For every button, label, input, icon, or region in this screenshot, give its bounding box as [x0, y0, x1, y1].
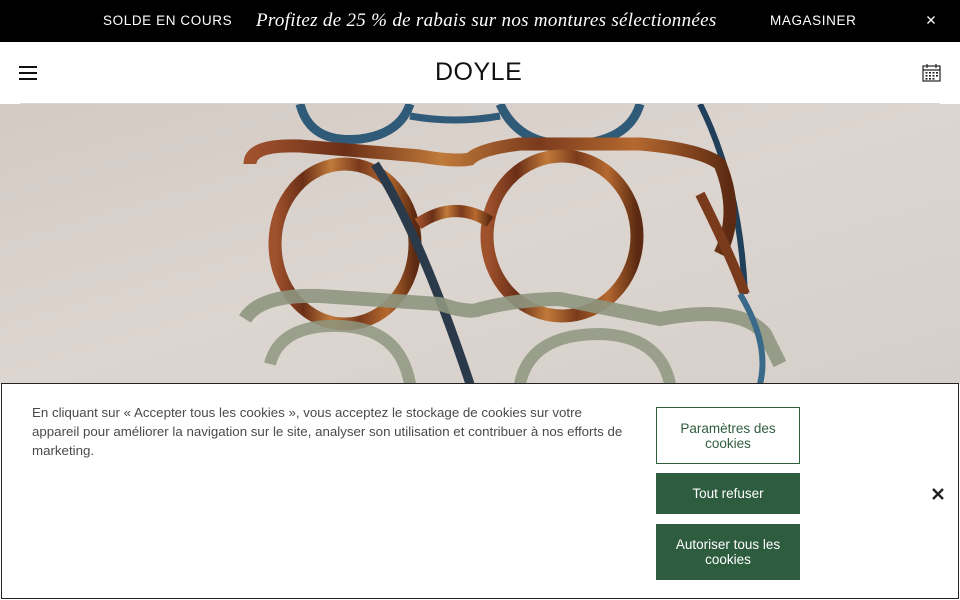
cookie-settings-button[interactable]: Paramètres des cookies — [656, 407, 800, 464]
hamburger-menu-icon[interactable] — [19, 66, 37, 80]
cookie-consent-text: En cliquant sur « Accepter tous les cook… — [32, 405, 623, 458]
hero-image — [0, 104, 960, 384]
calendar-icon[interactable] — [922, 63, 941, 82]
close-icon[interactable] — [928, 484, 948, 504]
logo[interactable]: DOYLE — [435, 58, 522, 87]
site-header: DOYLE — [0, 42, 960, 104]
close-icon[interactable] — [924, 13, 938, 27]
promo-message: Profitez de 25 % de rabais sur nos montu… — [256, 10, 717, 31]
accept-all-button[interactable]: Autoriser tous les cookies — [656, 524, 800, 580]
promo-sale-label: SOLDE EN COURS — [103, 13, 233, 28]
refuse-all-button[interactable]: Tout refuser — [656, 473, 800, 514]
promo-bar: SOLDE EN COURS Profitez de 25 % de rabai… — [0, 0, 960, 42]
cookie-banner: En cliquant sur « Accepter tous les cook… — [1, 383, 959, 599]
promo-shop-link[interactable]: MAGASINER — [770, 13, 856, 28]
